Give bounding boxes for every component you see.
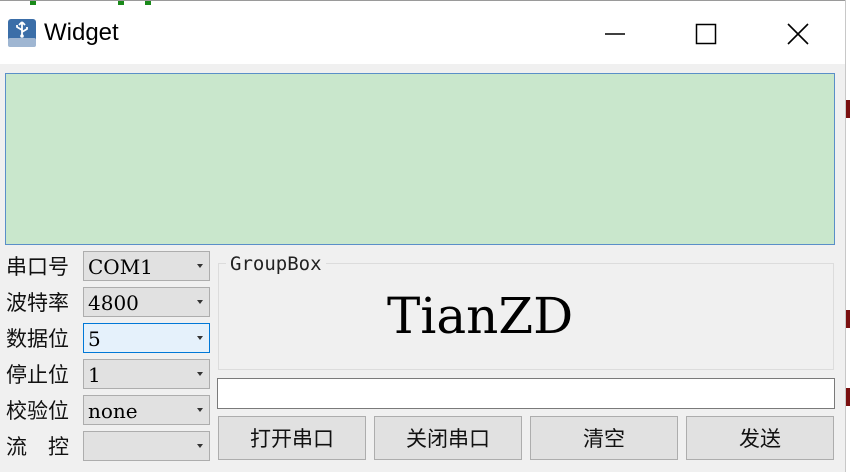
desktop-fragment — [30, 1, 36, 5]
databits-value: 5 — [88, 327, 101, 351]
port-combo[interactable]: COM1 — [83, 251, 210, 281]
maximize-button[interactable] — [661, 9, 751, 59]
parity-combo[interactable]: none — [83, 395, 210, 425]
stopbits-label: 停止位 — [6, 363, 69, 387]
desktop-fragment — [145, 1, 151, 5]
clear-button[interactable]: 清空 — [530, 416, 678, 460]
baudrate-value: 4800 — [88, 291, 139, 315]
desktop-fragment — [846, 388, 850, 406]
chevron-down-icon — [197, 336, 203, 340]
send-input[interactable] — [217, 378, 835, 409]
flowcontrol-combo[interactable] — [83, 431, 210, 461]
minimize-icon — [605, 33, 625, 35]
desktop-fragment — [846, 100, 850, 118]
close-icon — [787, 23, 809, 45]
receive-text-area[interactable] — [5, 73, 835, 245]
stopbits-combo[interactable]: 1 — [83, 359, 210, 389]
groupbox-title: GroupBox — [226, 252, 326, 276]
minimize-button[interactable] — [570, 9, 660, 59]
databits-label: 数据位 — [6, 327, 69, 351]
flowcontrol-label: 流 控 — [6, 435, 69, 459]
chevron-down-icon — [197, 444, 203, 448]
port-label: 串口号 — [6, 255, 69, 279]
send-button[interactable]: 发送 — [686, 416, 834, 460]
title-bar[interactable]: Widget — [0, 0, 845, 64]
databits-combo[interactable]: 5 — [83, 323, 210, 353]
window-title: Widget — [44, 19, 119, 46]
close-button[interactable] — [753, 9, 843, 59]
open-port-button[interactable]: 打开串口 — [218, 416, 366, 460]
tianzd-label: TianZD — [387, 287, 574, 345]
chevron-down-icon — [197, 372, 203, 376]
baudrate-combo[interactable]: 4800 — [83, 287, 210, 317]
chevron-down-icon — [197, 300, 203, 304]
chevron-down-icon — [197, 408, 203, 412]
desktop-fragment — [846, 310, 850, 328]
close-port-button[interactable]: 关闭串口 — [374, 416, 522, 460]
desktop-fragment — [118, 1, 124, 5]
stopbits-value: 1 — [88, 363, 101, 387]
chevron-down-icon — [197, 264, 203, 268]
port-value: COM1 — [88, 255, 153, 279]
parity-label: 校验位 — [6, 399, 69, 423]
widget-window: Widget 串口号 COM1 波特率 4800 数据位 5 停止位 1 校验位… — [0, 0, 846, 472]
usb-icon — [7, 18, 37, 48]
parity-value: none — [88, 399, 138, 423]
maximize-icon — [695, 23, 717, 45]
baudrate-label: 波特率 — [6, 291, 69, 315]
